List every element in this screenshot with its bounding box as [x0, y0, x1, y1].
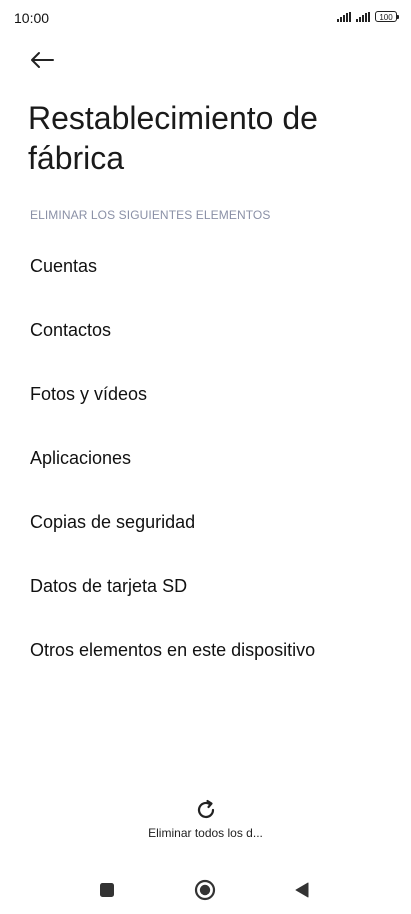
list-item-aplicaciones: Aplicaciones [30, 447, 132, 468]
signal-strength-icon [337, 11, 351, 22]
erase-all-data-button[interactable]: Eliminar todos los d... [0, 798, 411, 840]
erase-all-data-label: Eliminar todos los d... [148, 826, 263, 840]
recents-button[interactable] [95, 878, 119, 902]
circle-icon [194, 879, 216, 901]
triangle-icon [295, 882, 309, 898]
list-item-cuentas: Cuentas [30, 255, 98, 276]
refresh-icon [197, 799, 214, 819]
navigation-bar [0, 866, 411, 914]
list-item-otros-elementos: Otros elementos en este dispositivo [30, 639, 316, 660]
battery-icon: 100 [375, 11, 399, 22]
status-icons: 100 [337, 11, 399, 22]
page-title: Restablecimiento de fábrica [28, 100, 318, 176]
list-item-copias-seguridad: Copias de seguridad [30, 511, 196, 532]
square-icon [100, 883, 114, 897]
back-button[interactable] [28, 48, 56, 72]
home-button[interactable] [193, 878, 217, 902]
items-list: Cuentas Contactos Fotos y vídeos Aplicac… [0, 234, 411, 682]
back-arrow-icon [31, 52, 54, 68]
status-time: 10:00 [14, 10, 50, 26]
battery-level: 100 [379, 13, 393, 22]
signal-strength-icon-2 [356, 11, 370, 22]
list-item-contactos: Contactos [30, 319, 112, 340]
back-nav-button[interactable] [290, 878, 314, 902]
list-item-datos-tarjeta-sd: Datos de tarjeta SD [30, 575, 188, 596]
list-item-fotos-videos: Fotos y vídeos [30, 383, 148, 404]
status-bar: 10:00 100 [0, 0, 411, 36]
section-header: ELIMINAR LOS SIGUIENTES ELEMENTOS [30, 208, 271, 222]
